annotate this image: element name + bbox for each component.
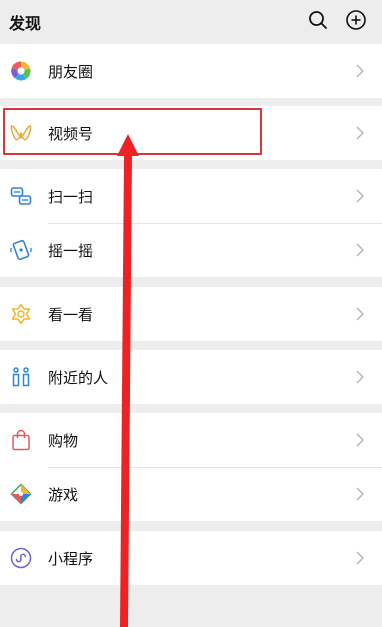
discover-screen: 发现 朋友圈 视频号 扫一扫 摇一摇 看一看 附近的人 购物 游戏 小程序 — [0, 0, 382, 627]
chevron-right-icon — [355, 187, 365, 205]
top-bar: 发现 — [0, 0, 382, 42]
menu-label-nearby: 附近的人 — [48, 369, 109, 387]
top-stories-icon — [10, 303, 32, 325]
group-nearby: 附近的人 — [0, 350, 382, 404]
menu-label-shake: 摇一摇 — [48, 242, 94, 260]
menu-label-mini-programs: 小程序 — [48, 550, 94, 568]
chevron-right-icon — [355, 305, 365, 323]
group-moments: 朋友圈 — [0, 44, 382, 98]
moments-icon — [10, 60, 32, 82]
menu-item-moments[interactable]: 朋友圈 — [0, 44, 382, 98]
menu-item-games[interactable]: 游戏 — [0, 467, 382, 521]
menu-label-moments: 朋友圈 — [48, 63, 94, 81]
chevron-right-icon — [355, 124, 365, 142]
chevron-right-icon — [355, 485, 365, 503]
page-title: 发现 — [9, 14, 42, 33]
group-scan-shake: 扫一扫 摇一摇 — [0, 169, 382, 277]
menu-label-shopping: 购物 — [48, 432, 79, 450]
chevron-right-icon — [355, 241, 365, 259]
highlight-box — [3, 108, 262, 155]
chevron-right-icon — [355, 62, 365, 80]
menu-item-nearby[interactable]: 附近的人 — [0, 350, 382, 404]
menu-item-scan[interactable]: 扫一扫 — [0, 169, 382, 223]
chevron-right-icon — [355, 549, 365, 567]
row-divider — [48, 223, 382, 224]
menu-label-scan: 扫一扫 — [48, 188, 94, 206]
group-top-stories: 看一看 — [0, 287, 382, 341]
group-mini-programs: 小程序 — [0, 531, 382, 585]
menu-item-mini-programs[interactable]: 小程序 — [0, 531, 382, 585]
group-shopping-games: 购物 游戏 — [0, 413, 382, 521]
menu-item-top-stories[interactable]: 看一看 — [0, 287, 382, 341]
menu-label-top-stories: 看一看 — [48, 306, 94, 324]
chevron-right-icon — [355, 431, 365, 449]
nearby-people-icon — [10, 366, 32, 388]
search-icon[interactable] — [307, 9, 329, 31]
mini-programs-icon — [10, 547, 32, 569]
shopping-bag-icon — [10, 429, 32, 451]
menu-label-games: 游戏 — [48, 486, 79, 504]
row-divider — [48, 467, 382, 468]
chevron-right-icon — [355, 368, 365, 386]
menu-item-shopping[interactable]: 购物 — [0, 413, 382, 467]
games-icon — [10, 483, 32, 505]
shake-icon — [10, 239, 32, 261]
scan-icon — [10, 185, 32, 207]
plus-circle-icon[interactable] — [345, 9, 367, 31]
menu-item-shake[interactable]: 摇一摇 — [0, 223, 382, 277]
